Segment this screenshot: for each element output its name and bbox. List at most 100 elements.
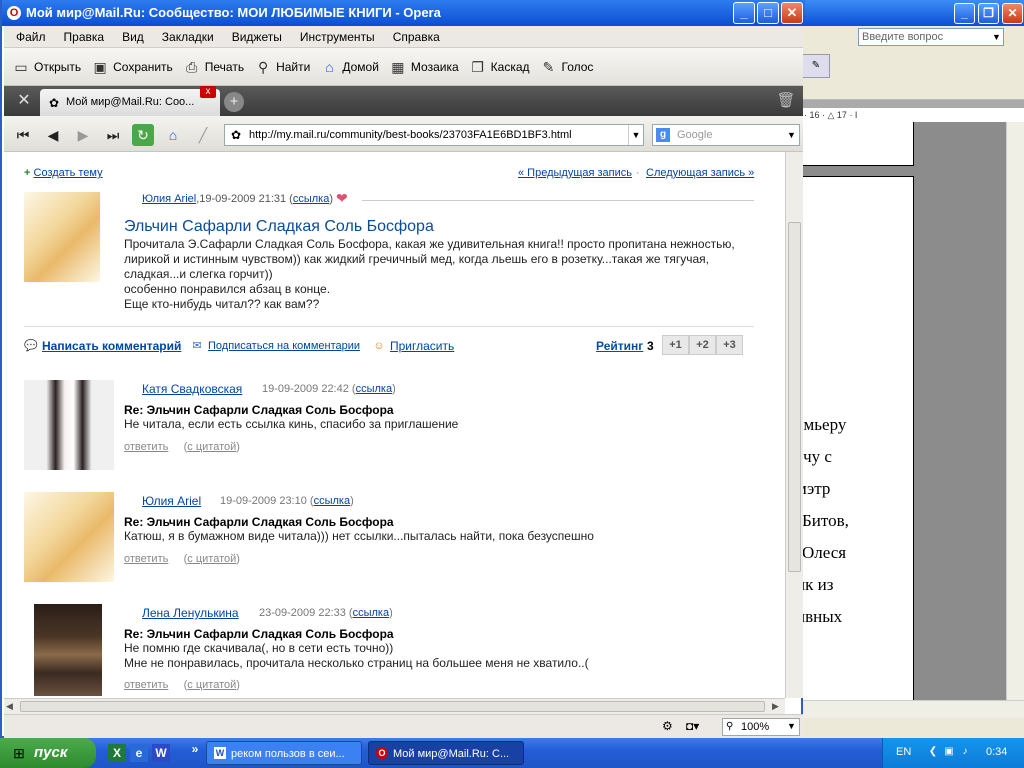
avatar[interactable] — [24, 380, 114, 470]
home-button[interactable]: ⌂ Домой — [320, 58, 379, 76]
menu-view[interactable]: Вид — [122, 30, 144, 44]
url-input[interactable]: http://my.mail.ru/community/best-books/2… — [224, 124, 644, 146]
tab-active[interactable]: Мой мир@Mail.Ru: Соо... — [40, 89, 220, 116]
menu-help[interactable]: Справка — [393, 30, 440, 44]
avatar[interactable] — [24, 192, 100, 282]
reply-link[interactable]: ответить — [124, 441, 168, 453]
vertical-scrollbar[interactable] — [785, 152, 803, 698]
ie-icon[interactable]: e — [130, 744, 148, 762]
rate-plus1-button[interactable]: +1 — [662, 335, 689, 355]
rate-plus2-button[interactable]: +2 — [689, 335, 716, 355]
word-icon[interactable]: W — [152, 744, 170, 762]
chevron-down-icon[interactable]: ▼ — [784, 125, 799, 145]
fast-forward-icon[interactable]: ⏭ — [102, 124, 124, 146]
restore-icon[interactable]: ❐ — [978, 3, 999, 24]
post-author-link[interactable]: Юлия Ariel — [142, 193, 196, 205]
scrollbar-thumb[interactable] — [788, 222, 801, 572]
comment-actions: ответить (с цитатой) — [124, 553, 240, 565]
home-icon[interactable]: ⌂ — [162, 124, 184, 146]
menu-tools[interactable]: Инструменты — [300, 30, 375, 44]
comment-permalink[interactable]: ссылка — [356, 383, 393, 395]
comment-text: Не читала, если есть ссылка кинь, спасиб… — [124, 417, 459, 431]
close-icon[interactable]: ✕ — [781, 2, 803, 24]
reply-quote-link[interactable]: с цитатой — [187, 553, 236, 565]
opera-window: Мой мир@Mail.Ru: Сообщество: МОИ ЛЮБИМЫЕ… — [0, 0, 805, 738]
comment-text: Катюш, я в бумажном виде читала))) нет с… — [124, 529, 594, 543]
minimize-icon[interactable]: _ — [733, 2, 755, 24]
avatar[interactable] — [34, 604, 102, 696]
scrollbar-thumb[interactable] — [20, 701, 765, 712]
scroll-left-icon[interactable]: ◀ — [6, 701, 13, 712]
voice-button[interactable]: ✎ Голос — [540, 58, 594, 76]
maximize-icon[interactable]: □ — [757, 2, 779, 24]
show-more-icon[interactable]: » — [186, 740, 204, 758]
minimize-icon[interactable]: _ — [954, 3, 975, 24]
reply-quote-link[interactable]: с цитатой — [187, 441, 236, 453]
new-tab-icon[interactable]: + — [224, 92, 244, 112]
security-icon[interactable]: ⚙ — [662, 719, 673, 733]
word-horizontal-scrollbar[interactable] — [790, 700, 1024, 718]
comment-author-link[interactable]: Катя Свадковская — [142, 382, 242, 396]
prev-entry-link[interactable]: « Предыдущая запись — [518, 167, 632, 179]
rewind-icon[interactable]: ⏮ — [12, 124, 34, 146]
google-icon[interactable]: g — [656, 128, 670, 142]
scroll-right-icon[interactable]: ▶ — [772, 701, 779, 712]
search-input[interactable]: Google — [652, 124, 800, 146]
tab-close-icon[interactable]: x — [200, 86, 216, 98]
close-icon[interactable]: ✕ — [1002, 3, 1023, 24]
open-button[interactable]: ▭ Открыть — [12, 58, 81, 76]
tools-icon[interactable]: ✕ — [12, 91, 36, 111]
comment-permalink[interactable]: ссылка — [314, 495, 351, 507]
trash-icon[interactable]: 🗑 — [776, 91, 796, 111]
rating-label[interactable]: Рейтинг — [596, 339, 643, 353]
horizontal-scrollbar[interactable]: ◀ ▶ — [4, 698, 785, 714]
network-icon[interactable]: ▣ — [942, 745, 956, 759]
reload-icon[interactable]: ↻ — [132, 124, 154, 146]
invite-link[interactable]: ☺ Пригласить — [372, 339, 454, 353]
reply-link[interactable]: ответить — [124, 679, 168, 691]
chevron-down-icon[interactable]: ▼ — [628, 125, 643, 145]
tile-button[interactable]: ▦ Мозаика — [389, 58, 458, 76]
write-comment-link[interactable]: 💬 Написать комментарий — [24, 339, 181, 353]
cascade-button[interactable]: ❐ Каскад — [469, 58, 529, 76]
chevron-down-icon[interactable]: ▼ — [787, 721, 796, 731]
save-button[interactable]: ▣ Сохранить — [91, 58, 173, 76]
camera-icon[interactable]: ◘▾ — [686, 719, 699, 733]
chevron-down-icon[interactable]: ▼ — [990, 29, 1003, 45]
language-indicator[interactable]: EN — [896, 746, 911, 758]
ask-question-input[interactable]: Введите вопрос — [858, 28, 1004, 46]
translate-icon[interactable]: ✎ — [802, 54, 830, 78]
taskbar-item-opera[interactable]: Мой мир@Mail.Ru: С... — [368, 741, 524, 765]
comment-author-link[interactable]: Юлия Ariel — [142, 494, 201, 508]
menu-bar: Файл Правка Вид Закладки Виджеты Инструм… — [4, 26, 803, 48]
avatar[interactable] — [24, 492, 114, 582]
menu-file[interactable]: Файл — [16, 30, 46, 44]
tray-arrow-icon[interactable]: ❮ — [926, 745, 940, 759]
find-button[interactable]: ⚲ Найти — [254, 58, 310, 76]
word-vertical-scrollbar[interactable] — [1006, 122, 1024, 700]
comment-author-link[interactable]: Лена Ленулькина — [142, 606, 239, 620]
speaker-icon[interactable]: ♪ — [958, 745, 972, 759]
reply-link[interactable]: ответить — [124, 553, 168, 565]
comment-title: Re: Эльчин Сафарли Сладкая Соль Босфора — [124, 627, 394, 641]
folder-icon: ▭ — [14, 58, 28, 75]
back-icon[interactable]: ◀ — [42, 124, 64, 146]
reply-quote-link[interactable]: с цитатой — [187, 679, 236, 691]
word-ruler: · 16 · △ 17 · I — [800, 108, 1024, 122]
menu-bookmarks[interactable]: Закладки — [162, 30, 214, 44]
rate-plus3-button[interactable]: +3 — [716, 335, 743, 355]
comment-text: Не помню где скачивала(, но в сети есть … — [124, 641, 394, 655]
forward-icon[interactable]: ▶ — [72, 124, 94, 146]
excel-icon[interactable]: X — [108, 744, 126, 762]
next-entry-link[interactable]: Следующая запись » — [646, 167, 754, 179]
menu-edit[interactable]: Правка — [64, 30, 105, 44]
create-topic-link[interactable]: + Создать тему — [24, 167, 103, 179]
edit-icon[interactable]: ╱ — [192, 124, 214, 146]
taskbar-item-word[interactable]: реком пользов в сеи... — [206, 741, 362, 765]
heart-icon[interactable]: ❤ — [336, 190, 348, 207]
subscribe-link[interactable]: ✉ Подписаться на комментарии — [190, 339, 360, 353]
comment-permalink[interactable]: ссылка — [353, 607, 390, 619]
menu-widgets[interactable]: Виджеты — [232, 30, 282, 44]
post-permalink[interactable]: ссылка — [293, 193, 330, 205]
print-button[interactable]: ⎙ Печать — [183, 58, 244, 76]
